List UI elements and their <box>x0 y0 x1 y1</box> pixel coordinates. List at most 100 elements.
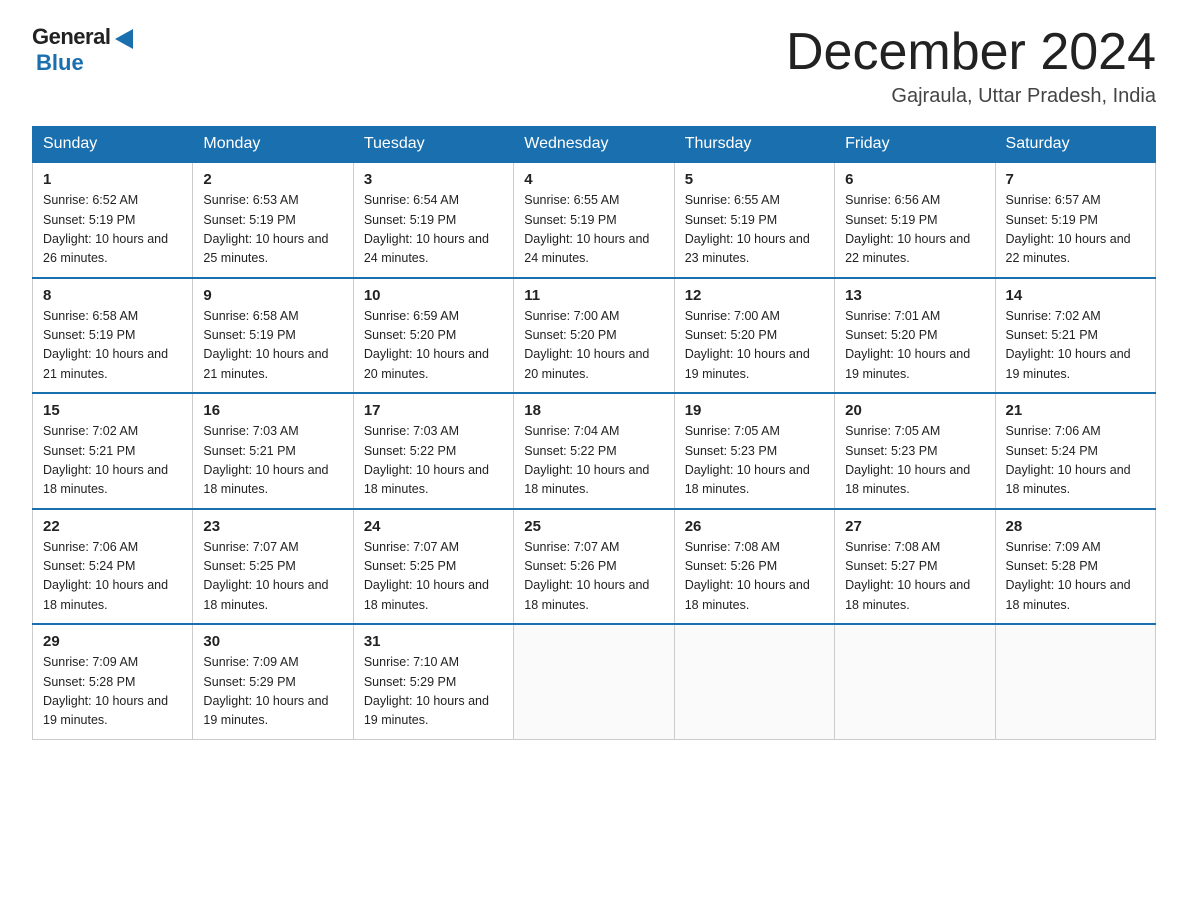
day-number: 22 <box>43 518 182 535</box>
day-number: 9 <box>203 287 342 304</box>
day-info: Sunrise: 7:09 AMSunset: 5:28 PMDaylight:… <box>1006 540 1131 612</box>
logo: General Blue <box>32 24 134 76</box>
calendar-day-cell: 20 Sunrise: 7:05 AMSunset: 5:23 PMDaylig… <box>835 393 995 509</box>
day-info: Sunrise: 7:09 AMSunset: 5:28 PMDaylight:… <box>43 655 168 727</box>
day-number: 3 <box>364 171 503 188</box>
day-info: Sunrise: 7:04 AMSunset: 5:22 PMDaylight:… <box>524 424 649 496</box>
calendar-day-cell: 15 Sunrise: 7:02 AMSunset: 5:21 PMDaylig… <box>33 393 193 509</box>
calendar-header-friday: Friday <box>835 127 995 163</box>
day-info: Sunrise: 7:06 AMSunset: 5:24 PMDaylight:… <box>43 540 168 612</box>
day-info: Sunrise: 6:55 AMSunset: 5:19 PMDaylight:… <box>685 193 810 265</box>
day-number: 10 <box>364 287 503 304</box>
calendar-day-cell: 24 Sunrise: 7:07 AMSunset: 5:25 PMDaylig… <box>353 509 513 625</box>
calendar-day-cell <box>514 624 674 739</box>
calendar-day-cell: 18 Sunrise: 7:04 AMSunset: 5:22 PMDaylig… <box>514 393 674 509</box>
day-info: Sunrise: 6:58 AMSunset: 5:19 PMDaylight:… <box>43 309 168 381</box>
day-number: 19 <box>685 402 824 419</box>
calendar-header-row: SundayMondayTuesdayWednesdayThursdayFrid… <box>33 127 1156 163</box>
calendar-day-cell: 16 Sunrise: 7:03 AMSunset: 5:21 PMDaylig… <box>193 393 353 509</box>
calendar-day-cell: 4 Sunrise: 6:55 AMSunset: 5:19 PMDayligh… <box>514 162 674 278</box>
day-info: Sunrise: 7:07 AMSunset: 5:25 PMDaylight:… <box>203 540 328 612</box>
calendar-week-row: 1 Sunrise: 6:52 AMSunset: 5:19 PMDayligh… <box>33 162 1156 278</box>
calendar-day-cell: 17 Sunrise: 7:03 AMSunset: 5:22 PMDaylig… <box>353 393 513 509</box>
calendar-day-cell: 9 Sunrise: 6:58 AMSunset: 5:19 PMDayligh… <box>193 278 353 394</box>
day-number: 4 <box>524 171 663 188</box>
day-number: 1 <box>43 171 182 188</box>
calendar-day-cell: 10 Sunrise: 6:59 AMSunset: 5:20 PMDaylig… <box>353 278 513 394</box>
day-info: Sunrise: 6:56 AMSunset: 5:19 PMDaylight:… <box>845 193 970 265</box>
calendar-week-row: 22 Sunrise: 7:06 AMSunset: 5:24 PMDaylig… <box>33 509 1156 625</box>
day-info: Sunrise: 6:53 AMSunset: 5:19 PMDaylight:… <box>203 193 328 265</box>
calendar-day-cell: 13 Sunrise: 7:01 AMSunset: 5:20 PMDaylig… <box>835 278 995 394</box>
calendar-day-cell: 5 Sunrise: 6:55 AMSunset: 5:19 PMDayligh… <box>674 162 834 278</box>
calendar-day-cell: 28 Sunrise: 7:09 AMSunset: 5:28 PMDaylig… <box>995 509 1155 625</box>
day-info: Sunrise: 7:09 AMSunset: 5:29 PMDaylight:… <box>203 655 328 727</box>
day-info: Sunrise: 7:00 AMSunset: 5:20 PMDaylight:… <box>524 309 649 381</box>
calendar-week-row: 15 Sunrise: 7:02 AMSunset: 5:21 PMDaylig… <box>33 393 1156 509</box>
calendar-week-row: 29 Sunrise: 7:09 AMSunset: 5:28 PMDaylig… <box>33 624 1156 739</box>
calendar-day-cell: 27 Sunrise: 7:08 AMSunset: 5:27 PMDaylig… <box>835 509 995 625</box>
calendar-day-cell: 23 Sunrise: 7:07 AMSunset: 5:25 PMDaylig… <box>193 509 353 625</box>
calendar-day-cell: 22 Sunrise: 7:06 AMSunset: 5:24 PMDaylig… <box>33 509 193 625</box>
day-info: Sunrise: 7:01 AMSunset: 5:20 PMDaylight:… <box>845 309 970 381</box>
day-info: Sunrise: 6:59 AMSunset: 5:20 PMDaylight:… <box>364 309 489 381</box>
day-number: 16 <box>203 402 342 419</box>
day-number: 7 <box>1006 171 1145 188</box>
day-info: Sunrise: 6:55 AMSunset: 5:19 PMDaylight:… <box>524 193 649 265</box>
calendar-header-tuesday: Tuesday <box>353 127 513 163</box>
day-number: 8 <box>43 287 182 304</box>
day-info: Sunrise: 7:05 AMSunset: 5:23 PMDaylight:… <box>685 424 810 496</box>
calendar-day-cell: 31 Sunrise: 7:10 AMSunset: 5:29 PMDaylig… <box>353 624 513 739</box>
calendar-header-wednesday: Wednesday <box>514 127 674 163</box>
day-info: Sunrise: 6:54 AMSunset: 5:19 PMDaylight:… <box>364 193 489 265</box>
month-title: December 2024 <box>786 24 1156 81</box>
calendar-day-cell: 12 Sunrise: 7:00 AMSunset: 5:20 PMDaylig… <box>674 278 834 394</box>
day-number: 23 <box>203 518 342 535</box>
logo-triangle-icon <box>115 29 133 49</box>
day-number: 24 <box>364 518 503 535</box>
day-number: 11 <box>524 287 663 304</box>
day-number: 13 <box>845 287 984 304</box>
calendar-day-cell: 21 Sunrise: 7:06 AMSunset: 5:24 PMDaylig… <box>995 393 1155 509</box>
day-info: Sunrise: 7:07 AMSunset: 5:26 PMDaylight:… <box>524 540 649 612</box>
day-info: Sunrise: 7:06 AMSunset: 5:24 PMDaylight:… <box>1006 424 1131 496</box>
day-number: 18 <box>524 402 663 419</box>
calendar-day-cell: 3 Sunrise: 6:54 AMSunset: 5:19 PMDayligh… <box>353 162 513 278</box>
calendar-header-sunday: Sunday <box>33 127 193 163</box>
day-number: 26 <box>685 518 824 535</box>
day-number: 21 <box>1006 402 1145 419</box>
calendar-day-cell: 11 Sunrise: 7:00 AMSunset: 5:20 PMDaylig… <box>514 278 674 394</box>
calendar-day-cell: 8 Sunrise: 6:58 AMSunset: 5:19 PMDayligh… <box>33 278 193 394</box>
calendar-day-cell: 30 Sunrise: 7:09 AMSunset: 5:29 PMDaylig… <box>193 624 353 739</box>
calendar-day-cell: 14 Sunrise: 7:02 AMSunset: 5:21 PMDaylig… <box>995 278 1155 394</box>
day-number: 15 <box>43 402 182 419</box>
day-info: Sunrise: 6:58 AMSunset: 5:19 PMDaylight:… <box>203 309 328 381</box>
page-header: General Blue December 2024 Gajraula, Utt… <box>32 24 1156 108</box>
calendar-day-cell <box>835 624 995 739</box>
day-info: Sunrise: 7:07 AMSunset: 5:25 PMDaylight:… <box>364 540 489 612</box>
calendar-day-cell: 26 Sunrise: 7:08 AMSunset: 5:26 PMDaylig… <box>674 509 834 625</box>
day-info: Sunrise: 6:57 AMSunset: 5:19 PMDaylight:… <box>1006 193 1131 265</box>
day-number: 20 <box>845 402 984 419</box>
day-info: Sunrise: 6:52 AMSunset: 5:19 PMDaylight:… <box>43 193 168 265</box>
day-info: Sunrise: 7:08 AMSunset: 5:26 PMDaylight:… <box>685 540 810 612</box>
day-info: Sunrise: 7:02 AMSunset: 5:21 PMDaylight:… <box>1006 309 1131 381</box>
day-info: Sunrise: 7:02 AMSunset: 5:21 PMDaylight:… <box>43 424 168 496</box>
day-number: 30 <box>203 633 342 650</box>
title-area: December 2024 Gajraula, Uttar Pradesh, I… <box>786 24 1156 108</box>
calendar-week-row: 8 Sunrise: 6:58 AMSunset: 5:19 PMDayligh… <box>33 278 1156 394</box>
calendar-day-cell <box>995 624 1155 739</box>
day-number: 5 <box>685 171 824 188</box>
logo-general-text: General <box>32 24 110 50</box>
day-number: 28 <box>1006 518 1145 535</box>
calendar-day-cell <box>674 624 834 739</box>
day-info: Sunrise: 7:08 AMSunset: 5:27 PMDaylight:… <box>845 540 970 612</box>
calendar-day-cell: 7 Sunrise: 6:57 AMSunset: 5:19 PMDayligh… <box>995 162 1155 278</box>
day-info: Sunrise: 7:00 AMSunset: 5:20 PMDaylight:… <box>685 309 810 381</box>
calendar-day-cell: 2 Sunrise: 6:53 AMSunset: 5:19 PMDayligh… <box>193 162 353 278</box>
day-number: 14 <box>1006 287 1145 304</box>
day-number: 2 <box>203 171 342 188</box>
calendar-day-cell: 25 Sunrise: 7:07 AMSunset: 5:26 PMDaylig… <box>514 509 674 625</box>
calendar-day-cell: 6 Sunrise: 6:56 AMSunset: 5:19 PMDayligh… <box>835 162 995 278</box>
calendar-header-saturday: Saturday <box>995 127 1155 163</box>
